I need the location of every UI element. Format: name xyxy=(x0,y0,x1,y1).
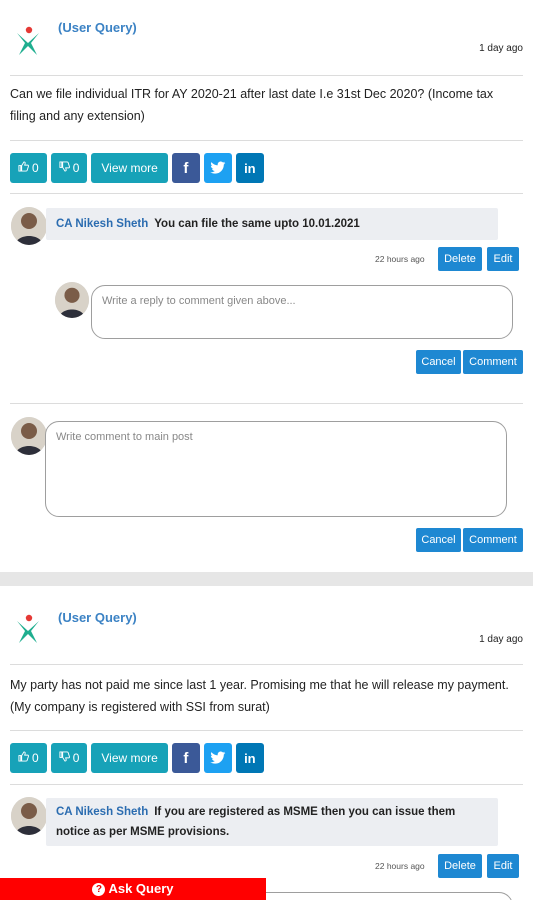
view-more-button[interactable]: View more xyxy=(91,153,168,183)
comment-author[interactable]: CA Nikesh Sheth xyxy=(56,218,148,230)
thumbs-up-icon xyxy=(18,153,29,183)
dislike-button[interactable]: 0 xyxy=(50,153,88,183)
avatar xyxy=(11,207,47,245)
logo-icon xyxy=(17,26,39,55)
divider xyxy=(10,730,523,731)
comment-text: You can file the same upto 10.01.2021 xyxy=(154,218,360,230)
twitter-icon[interactable] xyxy=(203,153,232,183)
post-actions: 0 0 View more f in xyxy=(10,153,264,183)
question-text: Can we file individual ITR for AY 2020-2… xyxy=(10,87,494,123)
edit-button[interactable]: Edit xyxy=(487,247,519,271)
comment-text-line2: notice as per MSME provisions. xyxy=(56,826,230,838)
post-separator xyxy=(0,572,533,586)
like-count: 0 xyxy=(32,161,39,175)
divider xyxy=(10,784,523,785)
ask-query-label: Ask Query xyxy=(108,881,174,896)
question-icon: ? xyxy=(92,883,106,896)
facebook-icon[interactable]: f xyxy=(171,153,200,183)
comment-author[interactable]: CA Nikesh Sheth xyxy=(56,806,148,818)
delete-button[interactable]: Delete xyxy=(438,854,482,878)
linkedin-icon[interactable]: in xyxy=(235,743,264,773)
reply-input[interactable]: Write a reply to comment given above... xyxy=(91,285,513,339)
thumbs-up-icon xyxy=(18,743,29,773)
divider xyxy=(10,664,523,665)
post-time: 1 day ago xyxy=(479,43,523,54)
comment-button[interactable]: Comment xyxy=(463,350,523,374)
main-comment-input[interactable]: Write comment to main post xyxy=(45,421,507,517)
view-more-button[interactable]: View more xyxy=(91,743,168,773)
like-button[interactable]: 0 xyxy=(10,153,47,183)
post-actions: 0 0 View more f in xyxy=(10,743,264,773)
cancel-button[interactable]: Cancel xyxy=(416,528,461,552)
comment-time: 22 hours ago xyxy=(375,254,425,264)
delete-button[interactable]: Delete xyxy=(438,247,482,271)
comment-bubble: CA Nikesh Sheth You can file the same upt… xyxy=(46,208,498,240)
divider xyxy=(10,75,523,76)
avatar xyxy=(11,797,47,835)
comment-time: 22 hours ago xyxy=(375,861,425,871)
dislike-button[interactable]: 0 xyxy=(50,743,88,773)
facebook-icon[interactable]: f xyxy=(171,743,200,773)
like-count: 0 xyxy=(32,751,39,765)
linkedin-icon[interactable]: in xyxy=(235,153,264,183)
comment-button[interactable]: Comment xyxy=(463,528,523,552)
question-text: My party has not paid me since last 1 ye… xyxy=(10,678,509,714)
divider xyxy=(10,193,523,194)
query-post-2: (User Query) 1 day ago My party has not … xyxy=(0,586,533,900)
logo-icon xyxy=(17,614,39,643)
query-post-1: (User Query) 1 day ago Can we file indiv… xyxy=(0,0,533,572)
avatar xyxy=(55,282,89,318)
dislike-count: 0 xyxy=(72,161,80,175)
comment-text-line1: If you are registered as MSME then you c… xyxy=(154,806,456,818)
avatar xyxy=(11,417,47,455)
cancel-button[interactable]: Cancel xyxy=(416,350,461,374)
edit-button[interactable]: Edit xyxy=(487,854,519,878)
dislike-count: 0 xyxy=(72,751,80,765)
divider xyxy=(10,140,523,141)
twitter-icon[interactable] xyxy=(203,743,232,773)
ask-query-button[interactable]: ? Ask Query xyxy=(0,878,266,900)
divider xyxy=(10,403,523,404)
like-button[interactable]: 0 xyxy=(10,743,47,773)
user-query-tag[interactable]: (User Query) xyxy=(58,20,137,35)
user-query-tag[interactable]: (User Query) xyxy=(58,610,137,625)
thumbs-down-icon xyxy=(59,153,70,183)
comment-bubble: CA Nikesh Sheth If you are registered as … xyxy=(46,798,498,846)
post-time: 1 day ago xyxy=(479,634,523,645)
thumbs-down-icon xyxy=(59,743,70,773)
